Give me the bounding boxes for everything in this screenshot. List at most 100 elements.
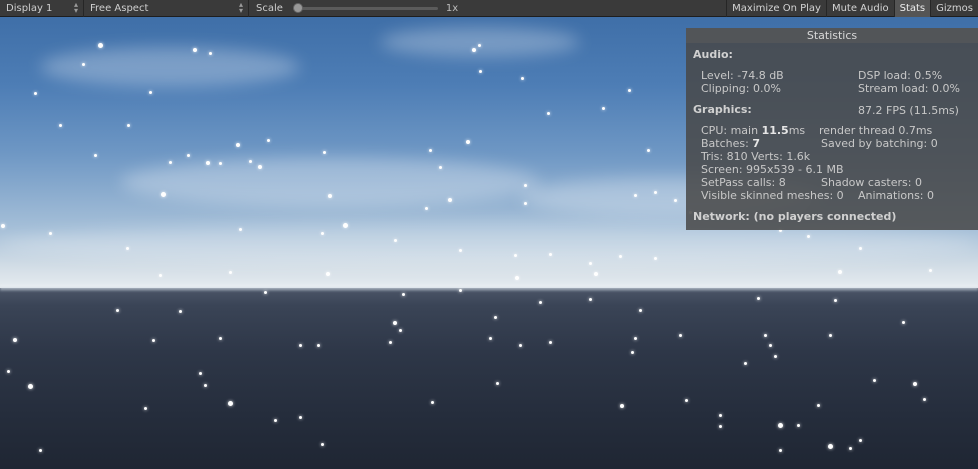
batches-value: 7 [752,137,760,150]
snow-particle [326,272,330,276]
mute-audio-button[interactable]: Mute Audio [825,0,894,17]
dropdown-arrows-icon: ▴ ▾ [73,0,78,15]
saved-by-batching: Saved by batching: 0 [821,137,938,150]
snow-particle [653,256,657,260]
scale-value: 1x [445,2,459,14]
snow-particle [618,254,622,258]
scale-slider-thumb[interactable] [292,2,303,13]
snow-particle [633,336,637,340]
snow-particle [430,400,434,404]
snow-particle [320,442,324,446]
snow-particle [316,343,320,347]
cpu-main-unit: ms [788,124,806,137]
snow-particle [653,190,657,194]
game-toolbar: Display 1 ▴ ▾ Free Aspect ▴ ▾ Scale 1x Max… [0,0,978,17]
snow-particle [458,288,462,292]
snow-particle [816,403,820,407]
snow-particle [33,91,37,95]
snow-particle [495,381,499,385]
snow-particle [718,413,722,417]
aspect-label: Free Aspect [90,2,149,14]
snow-particle [546,111,550,115]
stats-button[interactable]: Stats [893,0,931,17]
stream-load: Stream load: 0.0% [858,82,960,95]
snow-particle [298,343,302,347]
dsp-load: DSP load: 0.5% [858,69,943,82]
shadow-casters: Shadow casters: 0 [821,176,922,189]
snow-particle [523,183,527,187]
snow-particle [477,43,481,47]
snow-particle [538,300,542,304]
snow-particle [322,150,326,154]
snow-particle [320,231,324,235]
snow-particle [266,138,270,142]
gizmos-button[interactable]: Gizmos [930,0,978,17]
snow-particle [901,320,905,324]
render-thread: render thread 0.7ms [819,124,933,137]
statistics-title: Statistics [686,28,978,43]
snow-particle [718,424,722,428]
snow-particle [228,270,232,274]
snow-particle [523,201,527,205]
snow-particle [833,298,837,302]
screen-info: Screen: 995x539 - 6.1 MB [701,163,844,176]
snow-particle [472,48,476,52]
snow-particle [208,51,212,55]
cloud [40,47,300,87]
snow-particle [13,338,17,342]
snow-particle [922,397,926,401]
snow-particle [227,400,233,406]
snow-particle [448,198,452,202]
snow-particle [601,106,605,110]
snow-particle [393,238,397,242]
snow-particle [493,315,497,319]
snow-particle [627,88,631,92]
toolbar-toggles: Maximize On Play Mute Audio Stats Gizmos [726,0,978,17]
snow-particle [273,418,277,422]
snow-particle [206,161,210,165]
aspect-dropdown[interactable]: Free Aspect ▴ ▾ [84,0,249,17]
snow-particle [520,76,524,80]
snow-particle [548,340,552,344]
snow-particle [515,276,519,280]
snow-particle [48,231,52,235]
snow-particle [588,261,592,265]
snow-particle [93,153,97,157]
snow-particle [158,273,162,277]
snow-particle [548,252,552,256]
snow-particle [393,321,397,325]
snow-particle [193,48,197,52]
snow-particle [478,69,482,73]
display-dropdown[interactable]: Display 1 ▴ ▾ [0,0,84,17]
snow-particle [673,198,677,202]
display-label: Display 1 [6,2,53,14]
snow-particle [773,354,777,358]
snow-particle [428,148,432,152]
horizon-glow [0,285,978,291]
snow-particle [218,161,222,165]
snow-particle [684,398,688,402]
cpu-main: CPU: main 11.5ms [701,124,805,137]
snow-particle [858,246,862,250]
snow-particle [97,42,103,48]
snow-particle [58,123,62,127]
snow-particle [125,246,129,250]
scale-slider[interactable] [292,2,438,13]
snow-particle [466,140,470,144]
dropdown-arrows-icon: ▴ ▾ [238,0,243,15]
snow-particle [756,296,760,300]
game-view: Display 1 ▴ ▾ Free Aspect ▴ ▾ Scale 1x Max… [0,0,978,469]
snow-particle [777,422,783,428]
snow-particle [806,234,810,238]
snow-particle [1,224,5,228]
snow-particle [238,227,242,231]
batches-label: Batches: [701,137,753,150]
snow-particle [328,194,332,198]
maximize-on-play-button[interactable]: Maximize On Play [726,0,826,17]
snow-particle [827,443,833,449]
snow-particle [198,371,202,375]
snow-particle [438,165,442,169]
batches: Batches: 7 [701,137,760,150]
visible-skinned-meshes: Visible skinned meshes: 0 [701,189,844,202]
snow-particle [203,383,207,387]
